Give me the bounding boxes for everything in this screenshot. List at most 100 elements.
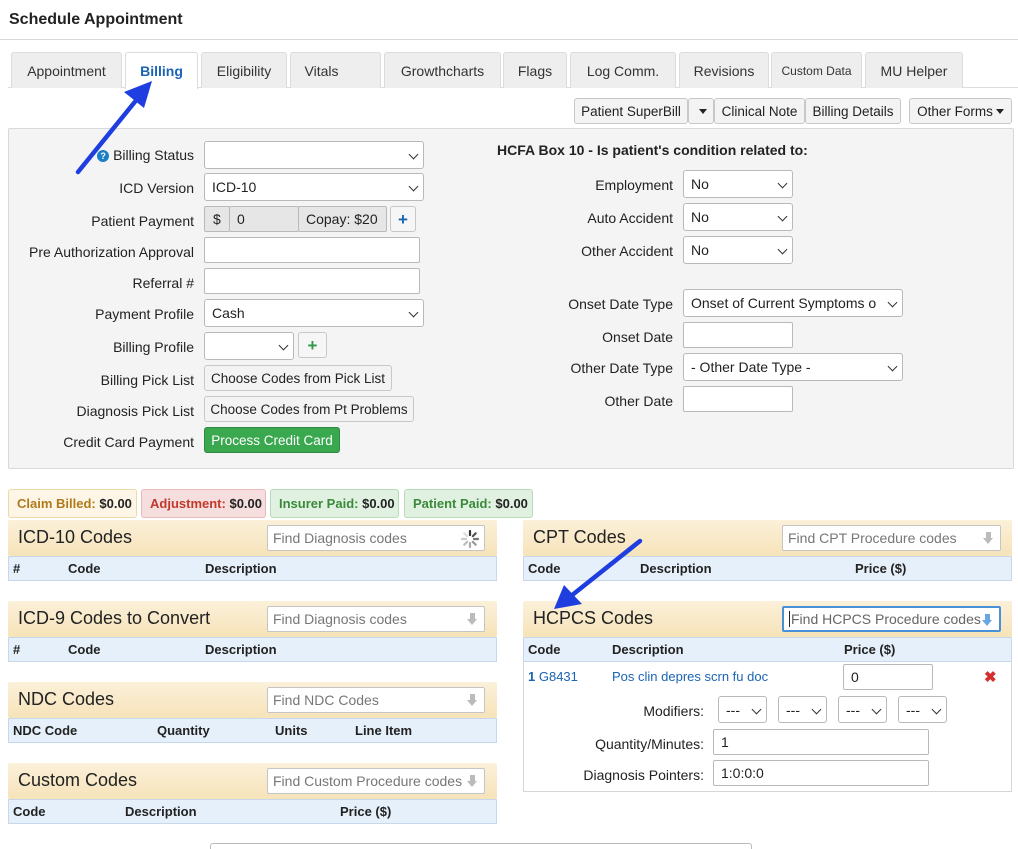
chevron-down-icon [408, 181, 419, 192]
add-billing-profile-button[interactable]: + [298, 332, 327, 358]
quantity-label: Quantity/Minutes: [595, 736, 704, 752]
claim-billed-badge: Claim Billed: $0.00 [8, 489, 137, 518]
col-code: Code [528, 642, 561, 657]
patient-payment-label: Patient Payment [91, 213, 194, 229]
ndc-search-placeholder: Find NDC Codes [273, 692, 379, 708]
pre-auth-input[interactable] [204, 237, 420, 263]
tab-mu-helper[interactable]: MU Helper [865, 52, 963, 88]
icd9-search-input[interactable]: Find Diagnosis codes [267, 606, 485, 632]
clinical-note-button[interactable]: Clinical Note [714, 98, 805, 124]
billing-profile-label: Billing Profile [113, 339, 194, 355]
superbill-dropdown-button[interactable] [688, 98, 714, 124]
tab-billing[interactable]: Billing [125, 52, 198, 89]
icd9-title: ICD-9 Codes to Convert [18, 608, 211, 628]
tab-eligibility[interactable]: Eligibility [201, 52, 287, 88]
modifier-select-2[interactable]: --- [778, 696, 827, 723]
col-description: Description [125, 804, 197, 819]
col-price: Price ($) [855, 561, 907, 576]
cpt-section-header: CPT Codes Find CPT Procedure codes [523, 520, 1012, 556]
col-code: Code [68, 561, 101, 576]
other-forms-button[interactable]: Other Forms [909, 98, 1012, 124]
modifier-select-4[interactable]: --- [898, 696, 947, 723]
chevron-down-icon [887, 361, 898, 372]
tab-log-comm[interactable]: Log Comm. [570, 52, 676, 88]
col-description: Description [205, 561, 277, 576]
hcpcs-row-description[interactable]: Pos clin depres scrn fu doc [612, 669, 768, 684]
chevron-down-icon [777, 211, 788, 222]
auto-accident-label: Auto Accident [587, 210, 673, 226]
chevron-down-icon [887, 297, 898, 308]
custom-search-input[interactable]: Find Custom Procedure codes [267, 768, 485, 794]
diagnosis-pointers-input[interactable]: 1:0:0:0 [713, 760, 929, 786]
other-accident-select[interactable]: No [683, 236, 793, 264]
patient-paid-label: Patient Paid: [413, 496, 492, 511]
page-title: Schedule Appointment [9, 11, 183, 28]
hcfa-heading: HCFA Box 10 - Is patient's condition rel… [497, 142, 808, 158]
onset-date-label: Onset Date [602, 329, 673, 345]
col-quantity: Quantity [157, 723, 210, 738]
adjustment-badge: Adjustment: $0.00 [141, 489, 266, 518]
employment-label: Employment [595, 177, 673, 193]
insurer-paid-label: Insurer Paid: [279, 496, 359, 511]
modifier-select-3[interactable]: --- [838, 696, 887, 723]
col-line-item: Line Item [355, 723, 413, 738]
hcpcs-column-header: Code Description Price ($) [523, 637, 1012, 662]
hcpcs-search-input[interactable]: Find HCPCS Procedure codes [782, 606, 1001, 632]
payment-profile-label: Payment Profile [95, 306, 194, 322]
billing-pick-list-label: Billing Pick List [100, 372, 194, 388]
col-code: Code [68, 642, 101, 657]
custom-search-placeholder: Find Custom Procedure codes [273, 773, 463, 789]
patient-paid-value: $0.00 [495, 496, 528, 511]
tab-custom-data[interactable]: Custom Data [771, 52, 862, 88]
tab-flags[interactable]: Flags [503, 52, 567, 88]
col-units: Units [275, 723, 308, 738]
chevron-down-icon [777, 244, 788, 255]
hcpcs-row-code[interactable]: 1 G8431 [528, 669, 578, 684]
payment-profile-select[interactable]: Cash [204, 299, 424, 327]
cpt-search-placeholder: Find CPT Procedure codes [788, 530, 957, 546]
quantity-input[interactable]: 1 [713, 729, 929, 755]
hcpcs-search-placeholder: Find HCPCS Procedure codes [789, 611, 981, 627]
onset-date-type-select[interactable]: Onset of Current Symptoms o [683, 289, 903, 317]
employment-select[interactable]: No [683, 170, 793, 198]
help-icon[interactable]: ? [97, 150, 110, 162]
choose-pick-list-button[interactable]: Choose Codes from Pick List [204, 365, 392, 391]
chevron-down-icon [931, 704, 942, 715]
tab-vitals[interactable]: Vitals [290, 52, 381, 88]
cpt-search-input[interactable]: Find CPT Procedure codes [782, 525, 1001, 551]
tab-revisions[interactable]: Revisions [679, 52, 769, 88]
hcpcs-price-input[interactable]: 0 [843, 664, 933, 690]
billing-profile-select[interactable] [204, 332, 294, 360]
icd-version-select[interactable]: ICD-10 [204, 173, 424, 201]
chevron-down-icon [408, 149, 419, 160]
patient-superbill-button[interactable]: Patient SuperBill [574, 98, 688, 124]
process-credit-card-button[interactable]: Process Credit Card [204, 427, 340, 453]
auto-accident-select[interactable]: No [683, 203, 793, 231]
patient-payment-input[interactable]: 0 [229, 206, 299, 232]
billing-status-select[interactable] [204, 141, 424, 169]
billing-details-button[interactable]: Billing Details [805, 98, 901, 124]
modifier-select-1[interactable]: --- [718, 696, 767, 723]
tab-growthcharts[interactable]: Growthcharts [384, 52, 501, 88]
modifiers-label: Modifiers: [643, 703, 704, 719]
diagnosis-pointers-label: Diagnosis Pointers: [583, 767, 704, 783]
insurer-paid-value: $0.00 [362, 496, 395, 511]
remove-icon[interactable]: ✖ [984, 668, 997, 686]
col-description: Description [205, 642, 277, 657]
referral-input[interactable] [204, 268, 420, 294]
chevron-down-icon [751, 704, 762, 715]
currency-addon: $ [204, 206, 230, 232]
cpt-title: CPT Codes [533, 527, 626, 547]
choose-pt-problems-button[interactable]: Choose Codes from Pt Problems [204, 396, 414, 422]
other-date-input[interactable] [683, 386, 793, 412]
other-date-type-select[interactable]: - Other Date Type - [683, 353, 903, 381]
tab-appointment[interactable]: Appointment [11, 52, 122, 88]
onset-date-input[interactable] [683, 322, 793, 348]
ndc-search-input[interactable]: Find NDC Codes [267, 687, 485, 713]
icd10-search-input[interactable]: Find Diagnosis codes [267, 525, 485, 551]
plus-icon: + [398, 209, 408, 229]
custom-column-header: Code Description Price ($) [8, 799, 497, 824]
col-price: Price ($) [340, 804, 392, 819]
add-payment-button[interactable]: + [390, 206, 416, 232]
diagnosis-pick-list-label: Diagnosis Pick List [76, 403, 195, 419]
